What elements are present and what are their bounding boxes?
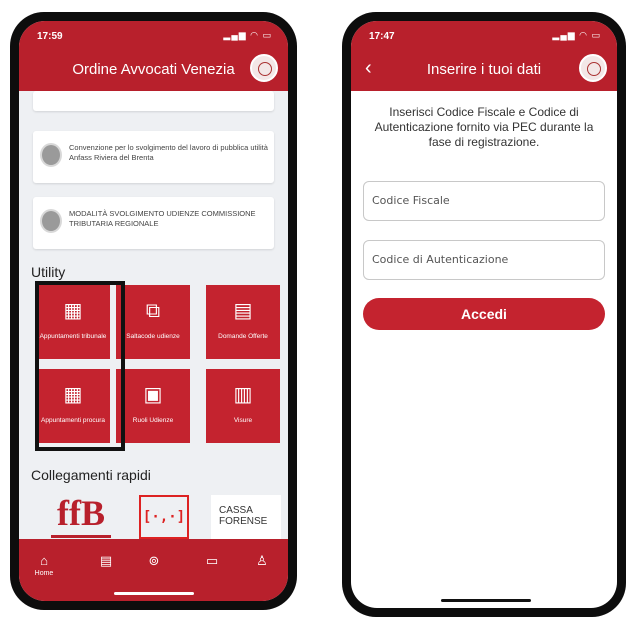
right-phone: 17:47 ▂▄▆ ◠ ▭ ‹ Inserire i tuoi dati Ins… — [342, 12, 626, 617]
seal-icon — [250, 54, 278, 82]
status-icons: ▂▄▆ ◠ ▭ — [223, 30, 272, 40]
cassa-forense-logo[interactable]: CASSA FORENSE — [211, 495, 281, 539]
news-card[interactable]: Convenzione per lo svolgimento del lavor… — [33, 131, 274, 183]
cassa-forense-logo-text: CASSA FORENSE — [219, 505, 268, 527]
profile-icon: ♙ — [256, 553, 268, 568]
highlight-frame — [35, 281, 125, 451]
tab-news[interactable]: ▤ — [91, 553, 121, 569]
ffb-logo[interactable]: ffB — [51, 491, 111, 541]
status-bar: 17:59 ▂▄▆ ◠ ▭ — [19, 21, 288, 47]
news-card[interactable]: MODALITÀ SVOLGIMENTO UDIENZE COMMISSIONE… — [33, 197, 274, 249]
document-icon: ▥ — [233, 384, 253, 406]
status-icons: ▂▄▆ ◠ ▭ — [552, 30, 601, 40]
home-indicator — [441, 599, 531, 602]
instructions-text: Inserisci Codice Fiscale e Codice di Aut… — [374, 105, 594, 149]
tile-visure[interactable]: ▥ Visure — [206, 369, 280, 443]
tab-home[interactable]: ⌂ Home — [29, 553, 59, 577]
page-title: Inserire i tuoi dati — [426, 61, 542, 78]
accedi-button[interactable]: Accedi — [363, 298, 605, 330]
tile-label: Visure — [233, 417, 253, 424]
news-card-text: MODALITÀ SVOLGIMENTO UDIENZE COMMISSIONE… — [69, 209, 256, 228]
pct-logo[interactable]: [·,·] — [139, 495, 189, 539]
tab-bar: ⌂ Home ▤ ⊚ ▭ ♙ — [19, 539, 288, 601]
briefcase-icon: ▣ — [143, 384, 163, 406]
app-header: ‹ Inserire i tuoi dati — [351, 47, 617, 91]
tile-saltacode-udienze[interactable]: ⧉ Saltacode udienze — [116, 285, 190, 359]
home-indicator — [114, 592, 194, 595]
emblem-icon — [40, 209, 62, 233]
links-title: Collegamenti rapidi — [31, 467, 151, 483]
status-time: 17:47 — [369, 31, 395, 42]
tab-home-label: Home — [34, 570, 54, 577]
left-screen: 17:59 ▂▄▆ ◠ ▭ Ordine Avvocati Venezia Co… — [19, 21, 288, 601]
tile-ruoli-udienze[interactable]: ▣ Ruoli Udienze — [116, 369, 190, 443]
chat-icon: ▤ — [233, 300, 253, 322]
ffb-logo-text: ffB — [51, 491, 111, 538]
codice-autenticazione-input[interactable]: Codice di Autenticazione — [363, 240, 605, 280]
utility-title: Utility — [31, 264, 66, 280]
codice-autenticazione-placeholder: Codice di Autenticazione — [372, 253, 509, 266]
codice-fiscale-placeholder: Codice Fiscale — [372, 194, 450, 207]
home-icon: ⌂ — [40, 553, 48, 568]
tile-label: Saltacode udienze — [126, 333, 180, 340]
tile-label: Ruoli Udienze — [132, 417, 174, 424]
news-card-text: Convenzione per lo svolgimento del lavor… — [69, 143, 268, 162]
seal-icon — [579, 54, 607, 82]
tab-card[interactable]: ▭ — [197, 553, 227, 569]
status-bar: 17:47 ▂▄▆ ◠ ▭ — [351, 21, 617, 47]
app-title: Ordine Avvocati Venezia — [72, 61, 235, 78]
codice-fiscale-input[interactable]: Codice Fiscale — [363, 181, 605, 221]
card-icon: ▭ — [205, 553, 219, 568]
right-screen: 17:47 ▂▄▆ ◠ ▭ ‹ Inserire i tuoi dati Ins… — [351, 21, 617, 608]
queue-icon: ⧉ — [145, 300, 161, 322]
tile-label: Domande Offerte — [218, 333, 268, 340]
tile-domande-offerte[interactable]: ▤ Domande Offerte — [206, 285, 280, 359]
left-phone: 17:59 ▂▄▆ ◠ ▭ Ordine Avvocati Venezia Co… — [10, 12, 297, 610]
pct-logo-text: [·,·] — [142, 509, 186, 525]
tab-profile[interactable]: ♙ — [247, 553, 277, 569]
services-icon: ⊚ — [148, 553, 160, 568]
status-time: 17:59 — [37, 31, 63, 42]
emblem-icon — [40, 143, 62, 167]
app-header: Ordine Avvocati Venezia — [19, 47, 288, 91]
card-partial[interactable] — [33, 91, 274, 111]
tab-services[interactable]: ⊚ — [139, 553, 169, 569]
news-icon: ▤ — [99, 553, 113, 568]
